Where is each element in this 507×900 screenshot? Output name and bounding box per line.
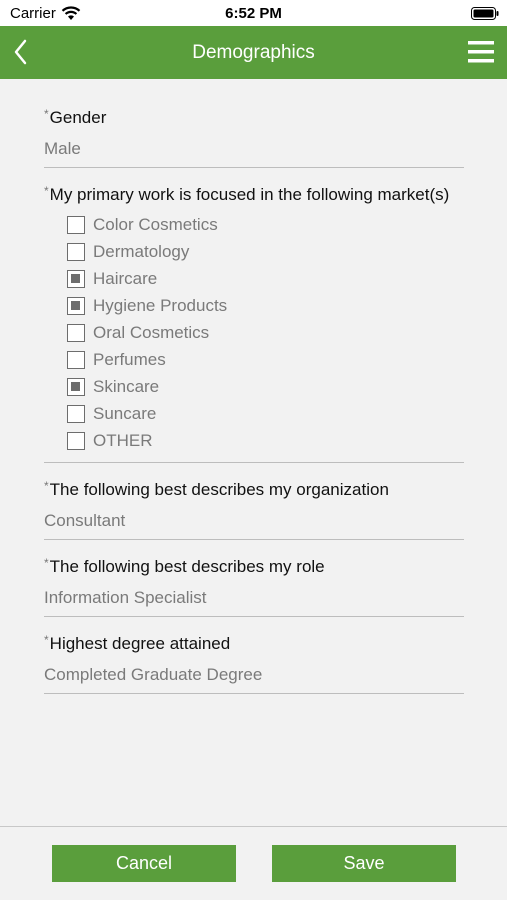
degree-value[interactable]: Completed Graduate Degree	[44, 665, 262, 685]
checkbox-unchecked[interactable]	[67, 243, 85, 261]
market-option[interactable]: Skincare	[67, 376, 159, 398]
market-option[interactable]: Hygiene Products	[67, 295, 227, 317]
status-time: 6:52 PM	[225, 5, 282, 22]
role-value[interactable]: Information Specialist	[44, 588, 207, 608]
checkbox-unchecked[interactable]	[67, 351, 85, 369]
market-option-label: Dermatology	[93, 242, 190, 261]
gender-label: *Gender	[44, 107, 107, 127]
markets-underline	[44, 462, 464, 463]
nav-bar: Demographics	[0, 26, 507, 79]
market-option[interactable]: OTHER	[67, 430, 153, 452]
market-option[interactable]: Oral Cosmetics	[67, 322, 209, 344]
degree-field[interactable]: *Highest degree attained Completed Gradu…	[44, 633, 464, 694]
checkbox-checked[interactable]	[67, 270, 85, 288]
degree-label: *Highest degree attained	[44, 633, 231, 653]
required-marker: *	[44, 184, 49, 198]
gender-field[interactable]: *Gender Male	[44, 107, 464, 168]
market-option-label: Skincare	[93, 377, 160, 396]
market-option-label: Suncare	[93, 404, 157, 423]
market-option[interactable]: Color Cosmetics	[67, 214, 218, 236]
checkbox-unchecked[interactable]	[67, 216, 85, 234]
checkbox-unchecked[interactable]	[67, 324, 85, 342]
battery-icon	[471, 7, 499, 20]
market-option[interactable]: Perfumes	[67, 349, 166, 371]
degree-underline	[44, 693, 464, 694]
market-option-label: Haircare	[93, 269, 158, 288]
organization-field[interactable]: *The following best describes my organiz…	[44, 479, 464, 540]
checkbox-checked[interactable]	[67, 378, 85, 396]
required-marker: *	[44, 107, 49, 121]
role-label: *The following best describes my role	[44, 556, 325, 576]
market-option-label: Oral Cosmetics	[93, 323, 210, 342]
required-marker: *	[44, 479, 49, 493]
status-bar: Carrier 6:52 PM	[0, 0, 507, 26]
market-option[interactable]: Dermatology	[67, 241, 189, 263]
market-option-label: Color Cosmetics	[93, 215, 218, 234]
gender-underline	[44, 167, 464, 168]
page-title: Demographics	[192, 42, 315, 63]
market-option-label: Hygiene Products	[93, 296, 228, 315]
required-marker: *	[44, 633, 49, 647]
markets-label: *My primary work is focused in the follo…	[44, 184, 450, 204]
hamburger-menu-icon[interactable]	[466, 39, 496, 65]
market-option[interactable]: Suncare	[67, 403, 156, 425]
required-marker: *	[44, 556, 49, 570]
save-button[interactable]: Save	[272, 845, 456, 882]
markets-field: *My primary work is focused in the follo…	[44, 184, 494, 205]
checkbox-unchecked[interactable]	[67, 432, 85, 450]
gender-value[interactable]: Male	[44, 139, 81, 159]
role-field[interactable]: *The following best describes my role In…	[44, 556, 464, 617]
checkbox-checked[interactable]	[67, 297, 85, 315]
organization-value[interactable]: Consultant	[44, 511, 125, 531]
organization-label: *The following best describes my organiz…	[44, 479, 389, 499]
market-option-label: Perfumes	[93, 350, 166, 369]
market-option[interactable]: Haircare	[67, 268, 157, 290]
bottom-divider	[0, 826, 507, 827]
organization-underline	[44, 539, 464, 540]
market-option-label: OTHER	[93, 431, 153, 450]
role-underline	[44, 616, 464, 617]
cancel-button[interactable]: Cancel	[52, 845, 236, 882]
checkbox-unchecked[interactable]	[67, 405, 85, 423]
